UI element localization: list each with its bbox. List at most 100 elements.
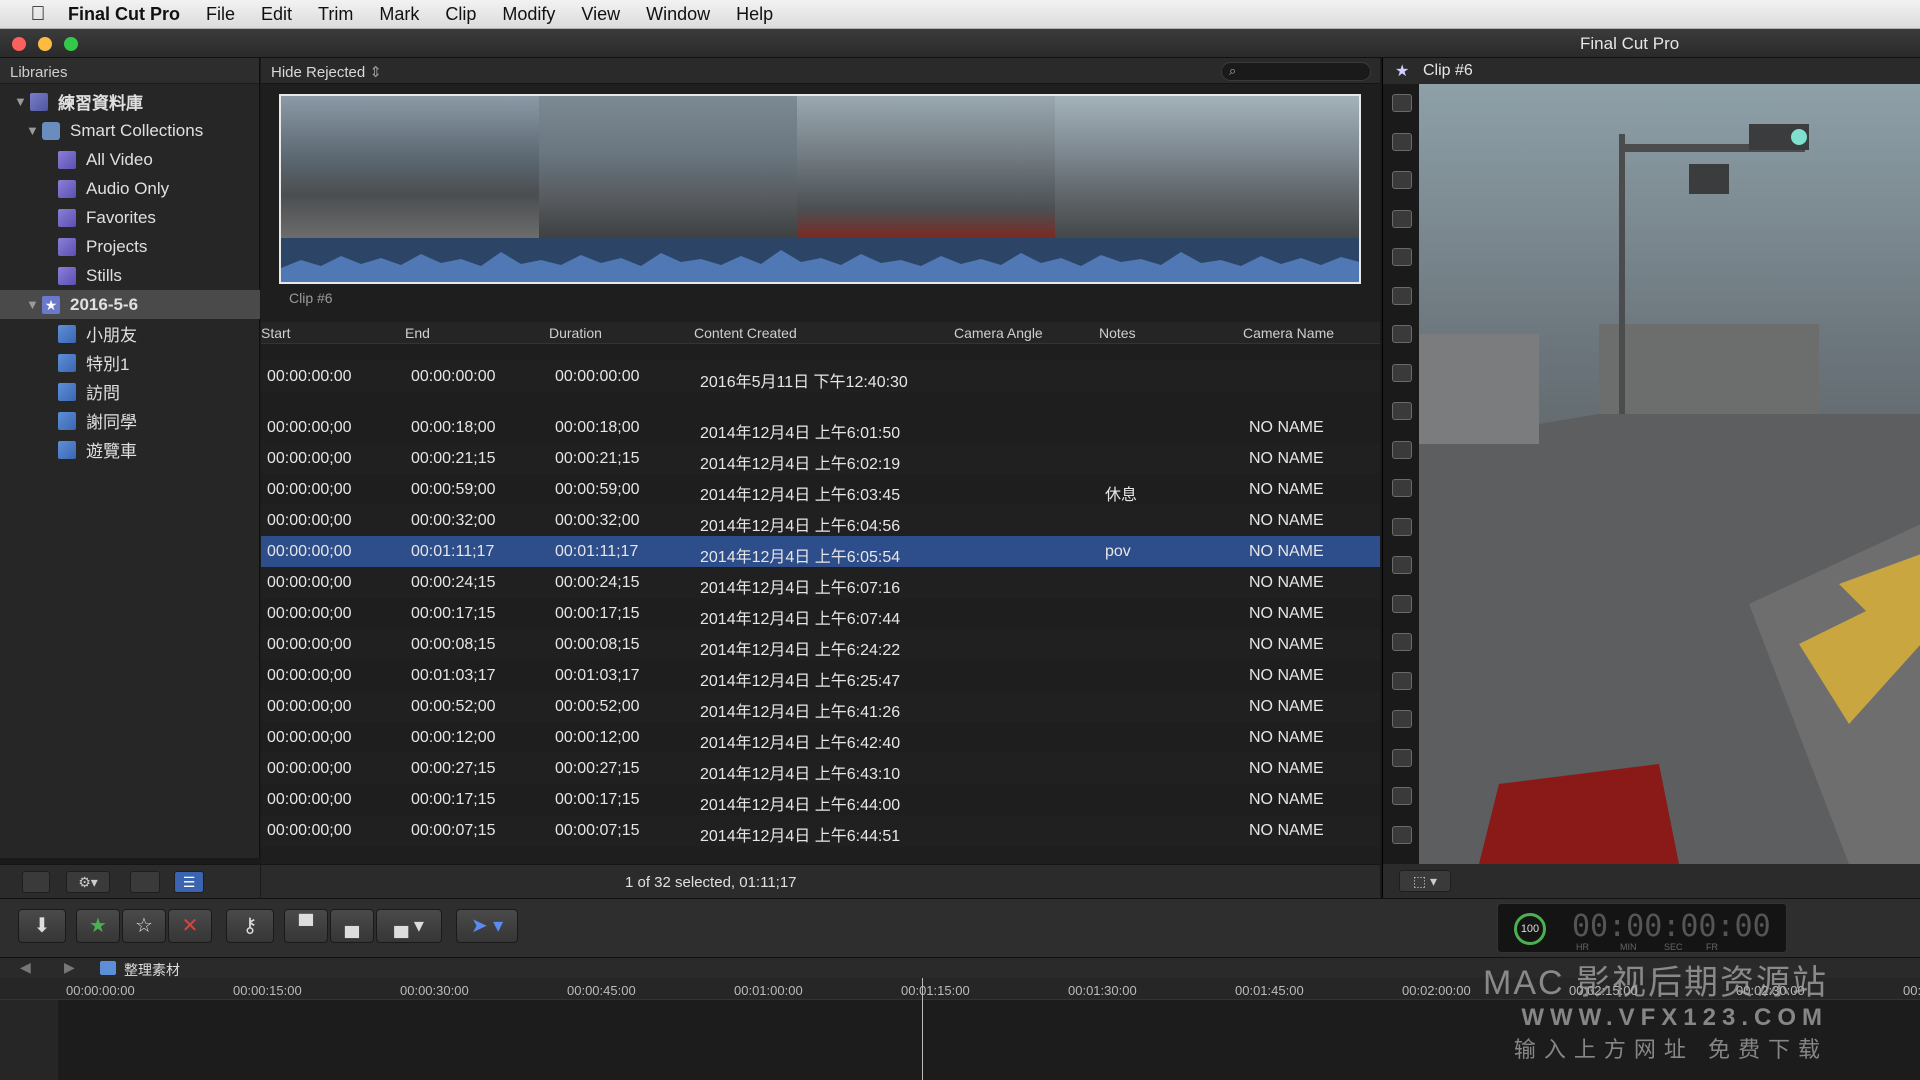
column-camera-name[interactable]: Camera Name xyxy=(1243,325,1334,341)
table-cell-created: 2014年12月4日 上午6:02:19 xyxy=(700,456,901,473)
viewer-strip-box xyxy=(1392,209,1412,228)
column-notes[interactable]: Notes xyxy=(1099,325,1136,341)
table-cell-start: 00:00:00;00 xyxy=(267,605,352,622)
apple-menu-icon[interactable]:  xyxy=(24,3,52,26)
keyword-collection-item[interactable]: 遊覽車 xyxy=(0,435,260,464)
collection-all-video[interactable]: All Video xyxy=(0,145,260,174)
menu-edit[interactable]: Edit xyxy=(261,4,292,25)
collection-audio-only[interactable]: Audio Only xyxy=(0,174,260,203)
import-button[interactable]: ⬇ xyxy=(18,909,66,943)
column-start[interactable]: Start xyxy=(261,325,291,341)
menu-file[interactable]: File xyxy=(206,4,235,25)
table-row[interactable]: 00:00:00;00 00:01:11;17 00:01:11;17 2014年12… xyxy=(261,536,1380,567)
background-tasks-gauge[interactable]: 100 xyxy=(1514,913,1546,945)
table-row[interactable]: 00:00:00;00 00:00:59;00 00:00:59;00 2014年12… xyxy=(261,474,1380,505)
table-cell-created: 2014年12月4日 上午6:41:26 xyxy=(700,704,901,721)
menu-help[interactable]: Help xyxy=(736,4,773,25)
collection-favorites[interactable]: Favorites xyxy=(0,203,260,232)
menu-view[interactable]: View xyxy=(581,4,620,25)
select-tool-button[interactable]: ➤ ▾ xyxy=(456,909,518,943)
table-row[interactable]: 00:00:00;00 00:01:03;17 00:01:03;17 2014年12… xyxy=(261,660,1380,691)
table-row[interactable]: 00:00:00;00 00:00:21;15 00:00:21;15 2014年12… xyxy=(261,443,1380,474)
smart-collections-folder[interactable]: ▼ Smart Collections xyxy=(0,116,260,145)
list-view-button[interactable]: ☰ xyxy=(174,871,204,893)
viewer-strip-box xyxy=(1392,248,1412,266)
back-arrow-icon[interactable]: ◀ xyxy=(20,959,31,976)
table-row[interactable]: 00:00:00;00 00:00:17;15 00:00:17;15 2014年12… xyxy=(261,784,1380,815)
table-row[interactable]: 00:00:00;00 00:00:07;15 00:00:07;15 2014年12… xyxy=(261,815,1380,846)
menu-window[interactable]: Window xyxy=(646,4,710,25)
sidebar-toggle-button[interactable] xyxy=(22,871,50,893)
search-icon: ⌕ xyxy=(1229,63,1237,78)
event-item[interactable]: ▼ ★ 2016-5-6 xyxy=(0,290,260,319)
disclosure-triangle-icon[interactable]: ▼ xyxy=(26,297,42,312)
table-row[interactable]: 00:00:00:00 00:00:00:00 00:00:00:00 2016年5月… xyxy=(261,361,1380,392)
keyword-editor-button[interactable]: ⚷ xyxy=(226,909,274,943)
table-row[interactable]: 00:00:00;00 00:00:32;00 00:00:32;00 2014年12… xyxy=(261,505,1380,536)
column-duration[interactable]: Duration xyxy=(549,325,602,341)
viewer-video-frame[interactable] xyxy=(1419,84,1920,864)
menu-modify[interactable]: Modify xyxy=(502,4,555,25)
keyword-collection-item[interactable]: 謝同學 xyxy=(0,406,260,435)
table-row[interactable]: 00:00:00;00 00:00:18;00 00:00:18;00 2014年12… xyxy=(261,412,1380,443)
reject-button[interactable]: ✕ xyxy=(168,909,212,943)
close-window-button[interactable] xyxy=(12,37,26,51)
menu-mark[interactable]: Mark xyxy=(379,4,419,25)
hide-rejected-dropdown[interactable]: Hide Rejected ⇕ xyxy=(271,63,382,81)
forward-arrow-icon[interactable]: ▶ xyxy=(64,959,75,976)
table-cell-created: 2014年12月4日 上午6:04:56 xyxy=(700,518,901,535)
table-cell-start: 00:00:00;00 xyxy=(267,574,352,591)
clip-list: 00:00:00:00 00:00:00:00 00:00:00:00 2016年5月… xyxy=(261,344,1380,864)
viewer-display-options-button[interactable]: ⬚ ▾ xyxy=(1399,870,1451,892)
table-row[interactable]: 00:00:00;00 00:00:52;00 00:00:52;00 2014年12… xyxy=(261,691,1380,722)
viewer-strip-box xyxy=(1392,132,1412,151)
table-cell-duration: 00:00:12;00 xyxy=(555,729,640,746)
table-cell-end: 00:01:03;17 xyxy=(411,667,496,684)
collection-label: Stills xyxy=(86,265,122,285)
table-cell-end: 00:00:08;15 xyxy=(411,636,496,653)
filmstrip-frame xyxy=(1055,96,1359,238)
append-clip-button[interactable]: ▄ ▾ xyxy=(376,909,442,943)
menu-trim[interactable]: Trim xyxy=(318,4,353,25)
table-row[interactable]: 00:00:00;00 00:00:24;15 00:00:24;15 2014年12… xyxy=(261,567,1380,598)
collection-projects[interactable]: Projects xyxy=(0,232,260,261)
table-cell-created: 2014年12月4日 上午6:42:40 xyxy=(700,735,901,752)
zoom-window-button[interactable] xyxy=(64,37,78,51)
menu-clip[interactable]: Clip xyxy=(445,4,476,25)
column-end[interactable]: End xyxy=(405,325,430,341)
clip-filmstrip[interactable] xyxy=(279,94,1361,284)
table-cell: 00:00:00:00 xyxy=(555,368,640,385)
disclosure-triangle-icon[interactable]: ▼ xyxy=(14,94,30,109)
column-content-created[interactable]: Content Created xyxy=(694,325,797,341)
keyword-collection-item[interactable]: 特別1 xyxy=(0,348,260,377)
filmstrip-view-button[interactable] xyxy=(130,871,160,893)
viewer-strip-box xyxy=(1392,286,1412,305)
disclosure-triangle-icon[interactable]: ▼ xyxy=(26,123,42,138)
unrate-button[interactable]: ☆ xyxy=(122,909,166,943)
table-cell-duration: 00:00:07;15 xyxy=(555,822,640,839)
dashboard-timecode[interactable]: 100 00:00:00:00 HR MIN SEC FR xyxy=(1497,903,1787,953)
keyword-collection-item[interactable]: 小朋友 xyxy=(0,319,260,348)
connect-clip-button[interactable]: ▀ xyxy=(284,909,328,943)
viewer-strip-box xyxy=(1392,325,1412,343)
search-field[interactable]: ⌕ xyxy=(1221,62,1371,81)
table-row[interactable]: 00:00:00;00 00:00:12;00 00:00:12;00 2014年12… xyxy=(261,722,1380,753)
table-row[interactable]: 00:00:00;00 00:00:08;15 00:00:08;15 2014年12… xyxy=(261,629,1380,660)
playhead[interactable] xyxy=(922,978,923,1080)
minimize-window-button[interactable] xyxy=(38,37,52,51)
table-row[interactable]: 00:00:00;00 00:00:17;15 00:00:17;15 2014年12… xyxy=(261,598,1380,629)
library-item[interactable]: ▼ 練習資料庫 xyxy=(0,87,260,116)
library-name: 練習資料庫 xyxy=(58,94,143,113)
table-cell-camera: NO NAME xyxy=(1249,543,1324,560)
table-cell-start: 00:00:00;00 xyxy=(267,481,352,498)
favorite-button[interactable]: ★ xyxy=(76,909,120,943)
collection-stills[interactable]: Stills xyxy=(0,261,260,290)
tc-label-fr: FR xyxy=(1706,942,1718,952)
table-row[interactable]: 00:00:00;00 00:00:27;15 00:00:27;15 2014年12… xyxy=(261,753,1380,784)
insert-clip-button[interactable]: ▄ xyxy=(330,909,374,943)
gear-menu-button[interactable]: ⚙▾ xyxy=(66,871,110,893)
keyword-collection-item[interactable]: 訪問 xyxy=(0,377,260,406)
menu-app-name[interactable]: Final Cut Pro xyxy=(68,4,180,25)
ruler-tick-label: 00:00:15:00 xyxy=(233,983,302,998)
column-camera-angle[interactable]: Camera Angle xyxy=(954,325,1043,341)
